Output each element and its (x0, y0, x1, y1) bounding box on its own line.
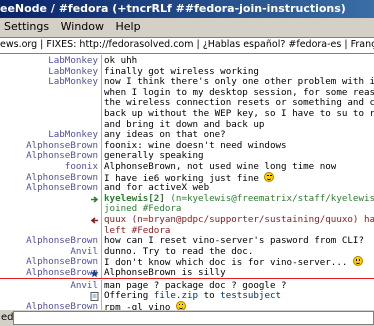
chat-line: AlphonseBrown I don't know which doc is … (0, 256, 374, 268)
nick-separator (101, 300, 102, 310)
message-text: back up without the WEP key, so I have t… (104, 108, 374, 119)
nick[interactable]: foonix (0, 161, 98, 172)
nick[interactable]: LabMonkey (0, 66, 98, 77)
chat-log[interactable]: LabMonkey ok uhh LabMonkey finally got w… (0, 53, 374, 310)
message-text: rpm -ql vino (104, 300, 186, 310)
smiley-icon (264, 171, 275, 182)
channel-topic[interactable]: ews.org | FIXES: http://fedorasolved.com… (0, 37, 374, 53)
chat-line: Anvil dunno. Try to read the doc. (0, 245, 374, 257)
file-target[interactable]: testsubject (220, 290, 281, 301)
message-text: ok uhh (104, 55, 138, 66)
nick-separator (101, 267, 102, 278)
nick[interactable]: AlphonseBrown (0, 140, 98, 151)
chat-line: AlphonseBrown foonix: wine doesn't need … (0, 139, 374, 151)
nick-separator (101, 290, 102, 302)
chat-line: AlphonseBrown generally speaking (0, 150, 374, 162)
message-text: I don't know which doc is for vino-serve… (104, 256, 363, 267)
action-star-icon (90, 269, 99, 278)
message-text: now I think there's only one other probl… (104, 76, 374, 88)
chat-line: Offering file.zip to testsubject (0, 290, 374, 302)
nick[interactable]: LabMonkey (0, 76, 98, 87)
chat-line: and bring it down and back up (0, 118, 374, 130)
message-text: and bring it down and back up (104, 118, 265, 130)
part-line: quux (n=bryan@pdpc/supporter/sustaining/… (0, 214, 374, 225)
join-line: kyelewis[2] (n=kyelewis@freematrix/staff… (0, 192, 374, 204)
nick[interactable]: AlphonseBrown (0, 150, 98, 161)
message-text: how can I reset vino-server's pasword fr… (104, 235, 364, 247)
message-text: any ideas on that one? (104, 129, 226, 141)
menu-settings[interactable]: Settings (0, 18, 53, 35)
chat-line: LabMonkey ok uhh (0, 55, 374, 66)
input-row: ed (0, 310, 374, 326)
message-text: generally speaking (104, 150, 204, 162)
nick[interactable]: Anvil (0, 280, 98, 291)
nick[interactable]: AlphonseBrown (0, 267, 98, 278)
message-input[interactable] (13, 311, 374, 325)
nick[interactable]: LabMonkey (0, 129, 98, 140)
chat-line: AlphonseBrown AlphonseBrown is silly (0, 267, 374, 278)
window-title-bar[interactable]: eeNode / #fedora (+tncrRLf ##fedora-join… (0, 0, 374, 18)
message-text: finally got wireless working (104, 65, 259, 77)
nick[interactable]: AlphonseBrown (0, 256, 98, 267)
input-label: ed (1, 312, 14, 323)
message-text: man page ? package doc ? google ? (104, 279, 287, 291)
menu-bar: Settings Window Help (0, 18, 374, 35)
message-text: joined #Fedora (104, 203, 182, 215)
chat-line: back up without the WEP key, so I have t… (0, 108, 374, 119)
menu-help[interactable]: Help (112, 18, 145, 35)
nick[interactable]: AlphonseBrown (0, 172, 98, 183)
message-text: kyelewis[2] (n=kyelewis@freematrix/staff… (104, 192, 374, 204)
message-text: dunno. Try to read the doc. (104, 245, 254, 257)
message-text: I have ie6 working just fine (104, 171, 275, 183)
nick[interactable]: AlphonseBrown (0, 301, 98, 310)
nick[interactable]: AlphonseBrown (0, 235, 98, 246)
chat-line: AlphonseBrown rpm -ql vino (0, 300, 374, 310)
chat-line: left #Fedora (0, 224, 374, 236)
smiley-icon (175, 300, 186, 310)
chat-line: Anvil man page ? package doc ? google ? (0, 279, 374, 291)
chat-line: LabMonkey now I think there's only one o… (0, 76, 374, 88)
chat-line: when I login to my desktop session, for … (0, 86, 374, 98)
smiley-icon (352, 256, 363, 267)
chat-line: joined #Fedora (0, 203, 374, 215)
nick[interactable]: AlphonseBrown (0, 182, 98, 193)
message-text: and for activeX web (104, 182, 210, 194)
message-text: the wireless connection resets or someth… (104, 97, 374, 109)
message-text: quux (n=bryan@pdpc/supporter/sustaining/… (104, 214, 374, 225)
chat-line: foonix AlphonseBrown, not used wine long… (0, 161, 374, 172)
nick[interactable]: LabMonkey (0, 55, 98, 66)
file-link[interactable]: file.zip (154, 290, 198, 301)
window-title: eeNode / #fedora (+tncrRLf ##fedora-join… (0, 2, 346, 15)
message-text: left #Fedora (104, 224, 171, 236)
message-text: AlphonseBrown is silly (104, 267, 226, 278)
chat-line: the wireless connection resets or someth… (0, 97, 374, 109)
message-text: foonix: wine doesn't need windows (104, 139, 287, 151)
message-text: Offering file.zip to testsubject (104, 290, 282, 302)
message-text: when I login to my desktop session, for … (104, 86, 374, 98)
chat-line: LabMonkey finally got wireless working (0, 65, 374, 77)
nick-separator (101, 279, 102, 291)
message-text: AlphonseBrown, not used wine long time n… (104, 161, 337, 172)
topic-text: ews.org | FIXES: http://fedorasolved.com… (0, 39, 374, 50)
chat-line: AlphonseBrown how can I reset vino-serve… (0, 235, 374, 247)
join-nick[interactable]: kyelewis[2] (104, 193, 165, 204)
chat-line: AlphonseBrown I have ie6 working just fi… (0, 171, 374, 183)
chat-line: AlphonseBrown and for activeX web (0, 182, 374, 194)
chat-line: LabMonkey any ideas on that one? (0, 129, 374, 141)
menu-window[interactable]: Window (57, 18, 108, 35)
nick[interactable]: Anvil (0, 246, 98, 257)
